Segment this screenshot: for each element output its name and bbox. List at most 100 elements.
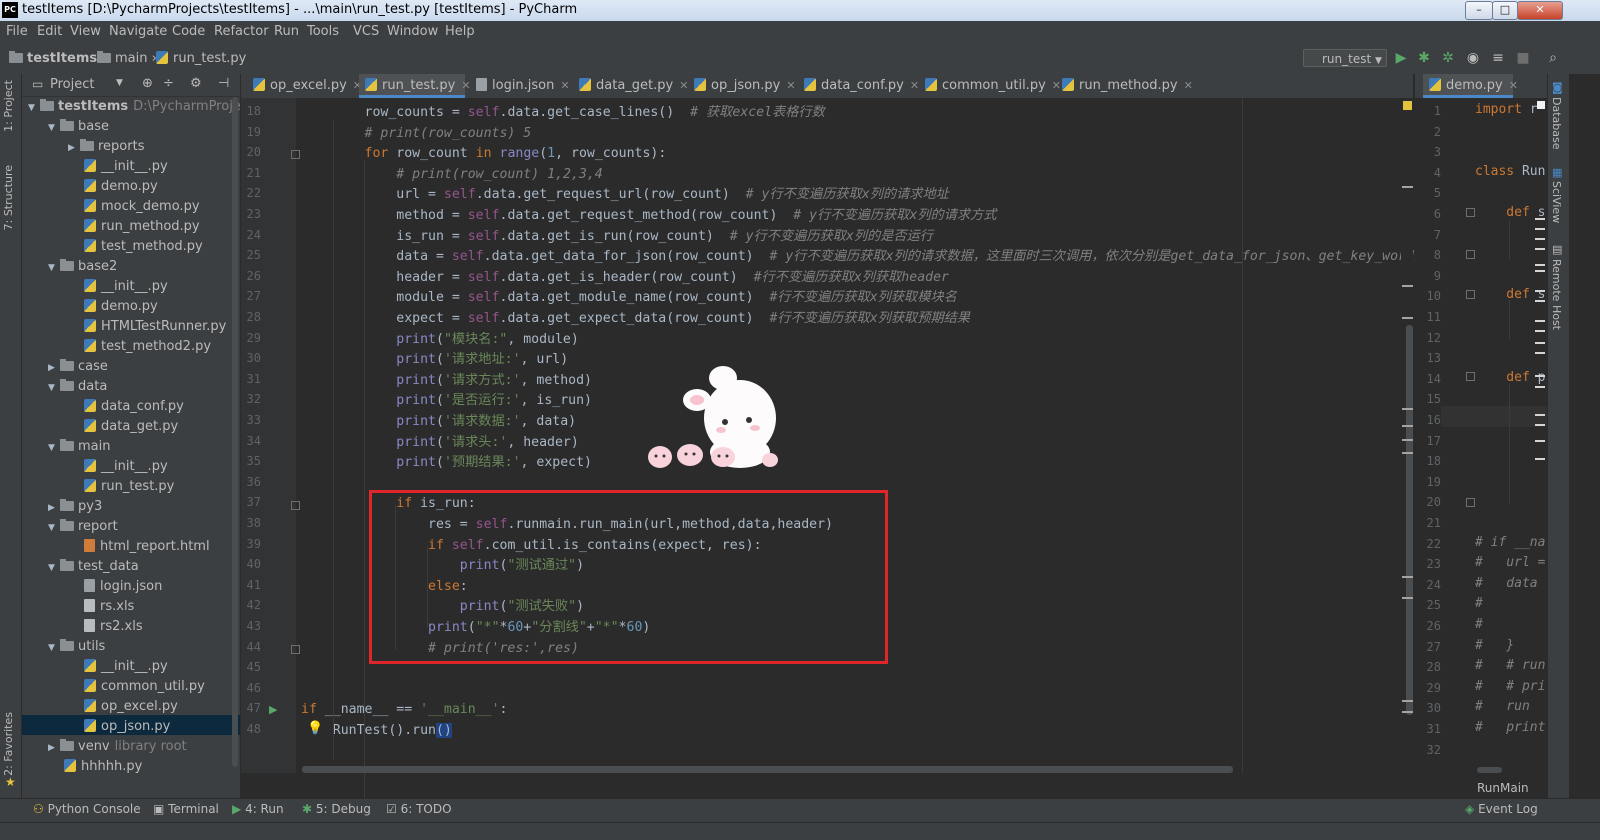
- code-line[interactable]: [1475, 141, 1547, 162]
- code-line[interactable]: [1475, 224, 1547, 245]
- close-icon[interactable]: ✕: [1509, 79, 1518, 92]
- breadcrumb-project[interactable]: testItems ›: [9, 51, 106, 66]
- stripe-mark[interactable]: [1535, 228, 1545, 230]
- code-line[interactable]: [1475, 265, 1547, 286]
- tree-item[interactable]: demo.py: [22, 297, 240, 317]
- code-line[interactable]: # print(row_counts) 5: [301, 124, 532, 145]
- stripe-mark[interactable]: [1535, 264, 1545, 266]
- fold-marker-icon[interactable]: [291, 150, 300, 159]
- structure-tool-tab[interactable]: 7: Structure: [2, 165, 15, 230]
- lightbulb-icon[interactable]: 💡: [307, 721, 323, 736]
- fold-marker-icon[interactable]: [1466, 372, 1475, 381]
- sciview-tool-tab[interactable]: SciView: [1550, 181, 1563, 223]
- menu-refactor[interactable]: Refactor: [214, 24, 269, 39]
- tree-item[interactable]: run_test.py: [22, 477, 240, 497]
- stripe-mark[interactable]: [1402, 452, 1413, 454]
- expanded-arrow-icon[interactable]: ▼: [48, 558, 60, 578]
- code-line[interactable]: header = self.data.get_is_header(row_cou…: [301, 268, 949, 289]
- expanded-arrow-icon[interactable]: ▼: [28, 98, 40, 118]
- code-line[interactable]: # # run: [1475, 656, 1547, 677]
- tree-item[interactable]: ▶ py3: [22, 497, 240, 517]
- fold-marker-icon[interactable]: [1466, 290, 1475, 299]
- close-icon[interactable]: ✕: [560, 79, 569, 92]
- menu-window[interactable]: Window: [387, 24, 438, 39]
- code-line[interactable]: print("模块名:", module): [301, 330, 579, 351]
- menu-file[interactable]: File: [6, 24, 28, 39]
- stripe-mark[interactable]: [1535, 320, 1545, 322]
- tree-item[interactable]: test_method2.py: [22, 337, 240, 357]
- breadcrumb-class[interactable]: RunMain: [1477, 781, 1529, 795]
- remote-host-tool-tab[interactable]: Remote Host: [1550, 259, 1563, 330]
- menu-code[interactable]: Code: [172, 24, 205, 39]
- collapsed-arrow-icon[interactable]: ▶: [48, 498, 60, 518]
- menu-navigate[interactable]: Navigate: [109, 24, 167, 39]
- stripe-mark[interactable]: [1402, 425, 1413, 427]
- code-line[interactable]: expect = self.data.get_expect_data(row_c…: [301, 309, 970, 330]
- tree-item[interactable]: demo.py: [22, 177, 240, 197]
- fold-marker-icon[interactable]: [1466, 208, 1475, 217]
- menu-view[interactable]: View: [70, 24, 101, 39]
- menu-vcs[interactable]: VCS: [353, 24, 379, 39]
- event-log-tab[interactable]: ◈ Event Log: [1465, 802, 1538, 816]
- code-line[interactable]: # # pri: [1475, 677, 1547, 698]
- code-line[interactable]: print('预期结果:', expect): [301, 453, 592, 474]
- stop-icon[interactable]: ■: [1515, 50, 1531, 66]
- code-line[interactable]: def s: [1475, 203, 1547, 224]
- code-line[interactable]: [1475, 306, 1547, 327]
- code-line[interactable]: print('请求头:', header): [301, 433, 579, 454]
- code-line[interactable]: # run: [1475, 697, 1547, 718]
- code-line[interactable]: # data: [1475, 574, 1547, 595]
- tree-item[interactable]: hhhhh.py: [22, 757, 240, 777]
- tab-op-json-py[interactable]: op_json.py ✕: [688, 74, 796, 98]
- stripe-mark[interactable]: [1402, 576, 1413, 578]
- tab-op-excel-py[interactable]: op_excel.py ✕: [247, 74, 362, 98]
- stripe-mark[interactable]: [1535, 375, 1545, 377]
- tree-item[interactable]: ▼ testItems D:\PycharmProjects\t: [22, 97, 240, 117]
- code-line[interactable]: [1475, 512, 1547, 533]
- code-line[interactable]: [1475, 450, 1547, 471]
- run-gutter-icon[interactable]: ▶: [269, 703, 277, 716]
- terminal-tab[interactable]: ▣ Terminal: [153, 802, 219, 816]
- stripe-mark[interactable]: [1535, 352, 1545, 354]
- code-line[interactable]: url = self.data.get_request_url(row_coun…: [301, 185, 949, 206]
- code-line[interactable]: module = self.data.get_module_name(row_c…: [301, 288, 957, 309]
- stripe-mark[interactable]: [1535, 386, 1545, 388]
- code-line[interactable]: class Run: [1475, 162, 1547, 183]
- tree-item[interactable]: HTMLTestRunner.py: [22, 317, 240, 337]
- favorites-tool-tab[interactable]: 2: Favorites: [2, 712, 15, 776]
- coverage-icon[interactable]: ✲: [1440, 50, 1456, 66]
- search-icon[interactable]: ⌕: [1545, 50, 1561, 66]
- tree-item[interactable]: ▶ case: [22, 357, 240, 377]
- code-line[interactable]: data = self.data.get_data_for_json(row_c…: [301, 247, 1422, 268]
- locate-icon[interactable]: ⊕: [142, 76, 153, 91]
- stripe-mark[interactable]: [1535, 238, 1545, 240]
- tree-item[interactable]: ▶ venv library root: [22, 737, 240, 757]
- gear-icon[interactable]: ⚙: [190, 76, 202, 91]
- stripe-mark[interactable]: [1402, 439, 1413, 441]
- tree-item[interactable]: ▼ test_data: [22, 557, 240, 577]
- debug-icon[interactable]: ✱: [1416, 50, 1432, 66]
- tree-item[interactable]: login.json: [22, 577, 240, 597]
- stripe-mark[interactable]: [1535, 330, 1545, 332]
- code-line[interactable]: # print: [1475, 718, 1547, 739]
- tree-item[interactable]: __init__.py: [22, 277, 240, 297]
- expanded-arrow-icon[interactable]: ▼: [48, 518, 60, 538]
- stripe-mark[interactable]: [1402, 186, 1413, 188]
- tree-item[interactable]: ▼ data: [22, 377, 240, 397]
- tree-item[interactable]: test_method.py: [22, 237, 240, 257]
- tree-item[interactable]: run_method.py: [22, 217, 240, 237]
- tree-item[interactable]: __init__.py: [22, 657, 240, 677]
- menu-edit[interactable]: Edit: [37, 24, 62, 39]
- run-configuration-select[interactable]: run_test ▼: [1303, 49, 1387, 67]
- expanded-arrow-icon[interactable]: ▼: [48, 258, 60, 278]
- code-line[interactable]: [1475, 182, 1547, 203]
- stripe-mark[interactable]: [1402, 700, 1413, 702]
- hide-panel-icon[interactable]: ⊣: [218, 76, 229, 91]
- code-line[interactable]: def s: [1475, 285, 1547, 306]
- tree-item[interactable]: __init__.py: [22, 457, 240, 477]
- code-line[interactable]: [1475, 121, 1547, 142]
- code-line[interactable]: [1475, 409, 1547, 430]
- horizontal-scrollbar[interactable]: [302, 766, 1233, 773]
- fold-marker-icon[interactable]: [291, 501, 300, 510]
- collapsed-arrow-icon[interactable]: ▶: [48, 738, 60, 758]
